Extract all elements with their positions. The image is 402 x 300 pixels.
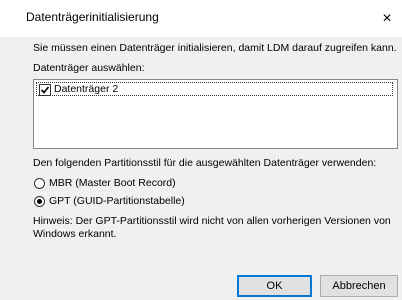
ok-button[interactable]: OK — [237, 275, 312, 297]
cancel-button[interactable]: Abbrechen — [320, 275, 398, 297]
list-item-disk-2[interactable]: Datenträger 2 — [36, 82, 393, 96]
disk-initialization-dialog: Datenträgerinitialisierung × Sie müssen … — [0, 0, 402, 300]
select-disk-label: Datenträger auswählen: — [33, 62, 145, 74]
intro-text: Sie müssen einen Datenträger initialisie… — [33, 42, 397, 54]
dialog-title: Datenträgerinitialisierung — [26, 10, 159, 24]
gpt-radio[interactable] — [34, 196, 45, 207]
gpt-radio-selected-dot — [37, 199, 42, 204]
dialog-body: Sie müssen einen Datenträger initialisie… — [0, 37, 402, 300]
disk-2-checkbox[interactable] — [39, 84, 51, 96]
gpt-label[interactable]: GPT (GUID-Partitionstabelle) — [49, 195, 185, 207]
close-button[interactable]: × — [372, 0, 402, 37]
mbr-radio[interactable] — [34, 178, 45, 189]
hint-line-1: Hinweis: Der GPT-Partitionsstil wird nic… — [33, 215, 391, 227]
disk-listbox[interactable]: Datenträger 2 — [33, 79, 398, 149]
disk-2-label: Datenträger 2 — [54, 83, 119, 95]
partition-style-label: Den folgenden Partitionsstil für die aus… — [33, 157, 377, 169]
hint-line-2: Windows erkannt. — [33, 228, 117, 240]
title-bar: Datenträgerinitialisierung × — [0, 0, 402, 37]
checkmark-icon — [40, 86, 50, 94]
mbr-label[interactable]: MBR (Master Boot Record) — [49, 177, 176, 189]
